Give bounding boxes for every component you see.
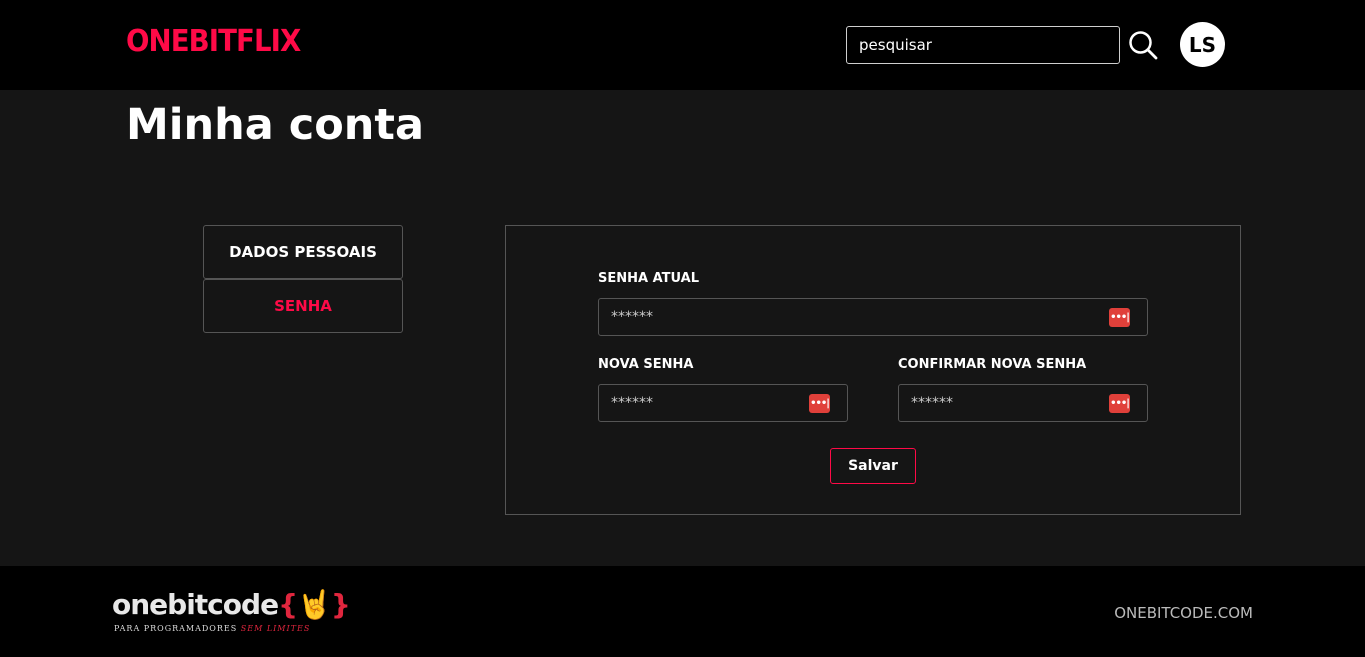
current-password-input[interactable] <box>599 299 1147 335</box>
tab-password[interactable]: SENHA <box>203 279 403 333</box>
search-input[interactable] <box>846 26 1120 64</box>
footer: onebitcode{🤘} PARA PROGRAMADORES SEM LIM… <box>0 566 1365 657</box>
top-header: ONEBITFLIX LS <box>0 0 1365 90</box>
new-password-field: •••| <box>598 384 848 422</box>
confirm-password-label: CONFIRMAR NOVA SENHA <box>898 357 1087 372</box>
new-password-label: NOVA SENHA <box>598 357 694 372</box>
search-icon[interactable] <box>1128 30 1158 60</box>
current-password-label: SENHA ATUAL <box>598 271 700 286</box>
password-manager-icon[interactable]: •••| <box>809 394 830 413</box>
current-password-field: •••| <box>598 298 1148 336</box>
password-manager-icon[interactable]: •••| <box>1109 394 1130 413</box>
save-button[interactable]: Salvar <box>830 448 916 484</box>
confirm-password-field: •••| <box>898 384 1148 422</box>
user-avatar[interactable]: LS <box>1180 22 1225 67</box>
footer-brand-name: onebitcode <box>112 588 279 621</box>
password-manager-icon[interactable]: •••| <box>1109 308 1130 327</box>
footer-site-link[interactable]: ONEBITCODE.COM <box>1114 604 1253 622</box>
tab-personal-data[interactable]: DADOS PESSOAIS <box>203 225 403 279</box>
footer-tagline-accent: SEM LIMITES <box>240 624 311 633</box>
app-logo[interactable]: ONEBITFLIX <box>126 24 301 59</box>
footer-logo: onebitcode{🤘} PARA PROGRAMADORES SEM LIM… <box>112 588 351 633</box>
footer-brand-braces: {🤘} <box>278 588 351 621</box>
footer-tagline: PARA PROGRAMADORES <box>114 624 238 633</box>
page-title: Minha conta <box>126 100 424 150</box>
